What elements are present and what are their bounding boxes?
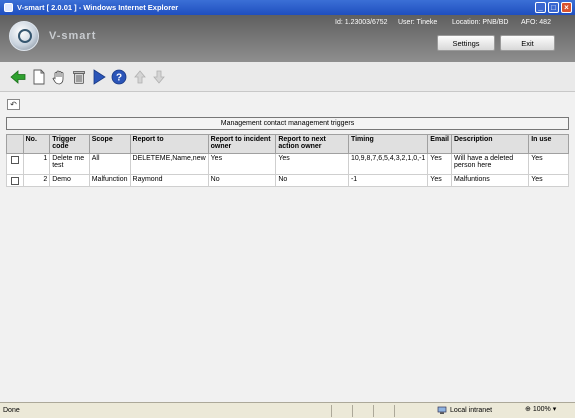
status-text: Done (3, 407, 20, 414)
cell-report-to: DELETEME,Name,new (129, 153, 209, 175)
next-arrow-icon[interactable] (90, 68, 108, 86)
toolbar: ? (0, 62, 575, 92)
exit-button[interactable]: Exit (500, 35, 555, 51)
cell-scope: All (88, 153, 131, 175)
user-label: User: Tineke (398, 19, 438, 26)
triggers-table: No. Trigger code Scope Report to Report … (6, 134, 569, 187)
table-title: Management contact management triggers (6, 117, 569, 130)
cell-incident-owner: No (207, 174, 277, 187)
cell-trigger-code: Delete me test (49, 153, 90, 175)
app-header: V-smart Id: 1.23003/6752 User: Tineke Lo… (0, 15, 575, 62)
new-document-icon[interactable] (30, 68, 48, 86)
intranet-icon (437, 406, 447, 414)
delete-bin-icon[interactable] (70, 68, 88, 86)
window-title: V-smart [ 2.0.01 ] - Windows Internet Ex… (17, 3, 179, 12)
vsmart-logo (9, 21, 39, 51)
header-timing[interactable]: Timing (347, 134, 429, 154)
header-in-use[interactable]: In use (528, 134, 569, 154)
cell-description: Malfuntions (450, 174, 530, 187)
row-checkbox[interactable] (11, 177, 19, 185)
header-no[interactable]: No. (22, 134, 51, 154)
back-arrow-icon[interactable] (9, 68, 27, 86)
table-row[interactable]: 1 Delete me test All DELETEME,Name,new Y… (6, 153, 569, 175)
settings-button[interactable]: Settings (437, 35, 495, 51)
ie-app-icon (4, 3, 13, 12)
header-incident-owner[interactable]: Report to incident owner (207, 134, 277, 154)
chevron-down-icon: ▾ (552, 406, 557, 413)
hand-select-icon[interactable] (50, 68, 68, 86)
header-next-action-owner[interactable]: Report to next action owner (275, 134, 349, 154)
cell-no: 2 (22, 174, 51, 187)
header-email[interactable]: Email (427, 134, 452, 154)
minimize-button[interactable]: _ (535, 2, 546, 13)
window-titlebar: V-smart [ 2.0.01 ] - Windows Internet Ex… (0, 0, 575, 15)
header-trigger-code[interactable]: Trigger code (49, 134, 90, 154)
close-window-button[interactable]: × (561, 2, 572, 13)
zoom-control[interactable]: ⊕ 100% ▾ (525, 405, 557, 414)
logo-text: V-smart (49, 30, 97, 42)
cell-next-action-owner: Yes (275, 153, 349, 175)
cell-trigger-code: Demo (49, 174, 90, 187)
zoom-label: 100% (532, 405, 551, 413)
id-label: Id: 1.23003/6752 (335, 19, 388, 26)
cell-in-use: Yes (528, 153, 569, 175)
maximize-button[interactable]: □ (548, 2, 559, 13)
cell-report-to: Raymond (129, 174, 209, 187)
header-scope[interactable]: Scope (88, 134, 131, 154)
header-select (6, 134, 24, 154)
cell-no: 1 (22, 153, 51, 175)
cell-timing: -1 (347, 174, 429, 187)
location-label: Location: PNB/BD (452, 19, 509, 26)
security-zone[interactable]: Local intranet (437, 405, 492, 415)
cell-incident-owner: Yes (207, 153, 277, 175)
table-row[interactable]: 2 Demo Malfunction Raymond No No -1 Yes … (6, 174, 569, 187)
move-up-arrow-icon (131, 68, 149, 86)
cell-scope: Malfunction (88, 174, 131, 187)
zone-label: Local intranet (450, 406, 493, 414)
cell-email: Yes (427, 153, 452, 175)
cell-timing: 10,9,8,7,6,5,4,3,2,1,0,-1 (347, 153, 429, 175)
zoom-icon: ⊕ (525, 406, 531, 413)
afo-label: AFO: 482 (521, 19, 551, 26)
row-checkbox[interactable] (11, 156, 19, 164)
header-report-to[interactable]: Report to (129, 134, 209, 154)
svg-text:?: ? (116, 73, 122, 84)
refresh-icon[interactable]: ↶ (7, 99, 20, 110)
cell-description: Will have a deleted person here (450, 153, 530, 175)
header-description[interactable]: Description (450, 134, 530, 154)
cell-in-use: Yes (528, 174, 569, 187)
cell-email: Yes (427, 174, 452, 187)
help-icon[interactable]: ? (110, 68, 128, 86)
cell-next-action-owner: No (275, 174, 349, 187)
move-down-arrow-icon (150, 68, 168, 86)
main-content: ↶ Management contact management triggers… (0, 92, 575, 402)
status-bar: Done Local intranet ⊕ 100% ▾ (0, 402, 575, 418)
